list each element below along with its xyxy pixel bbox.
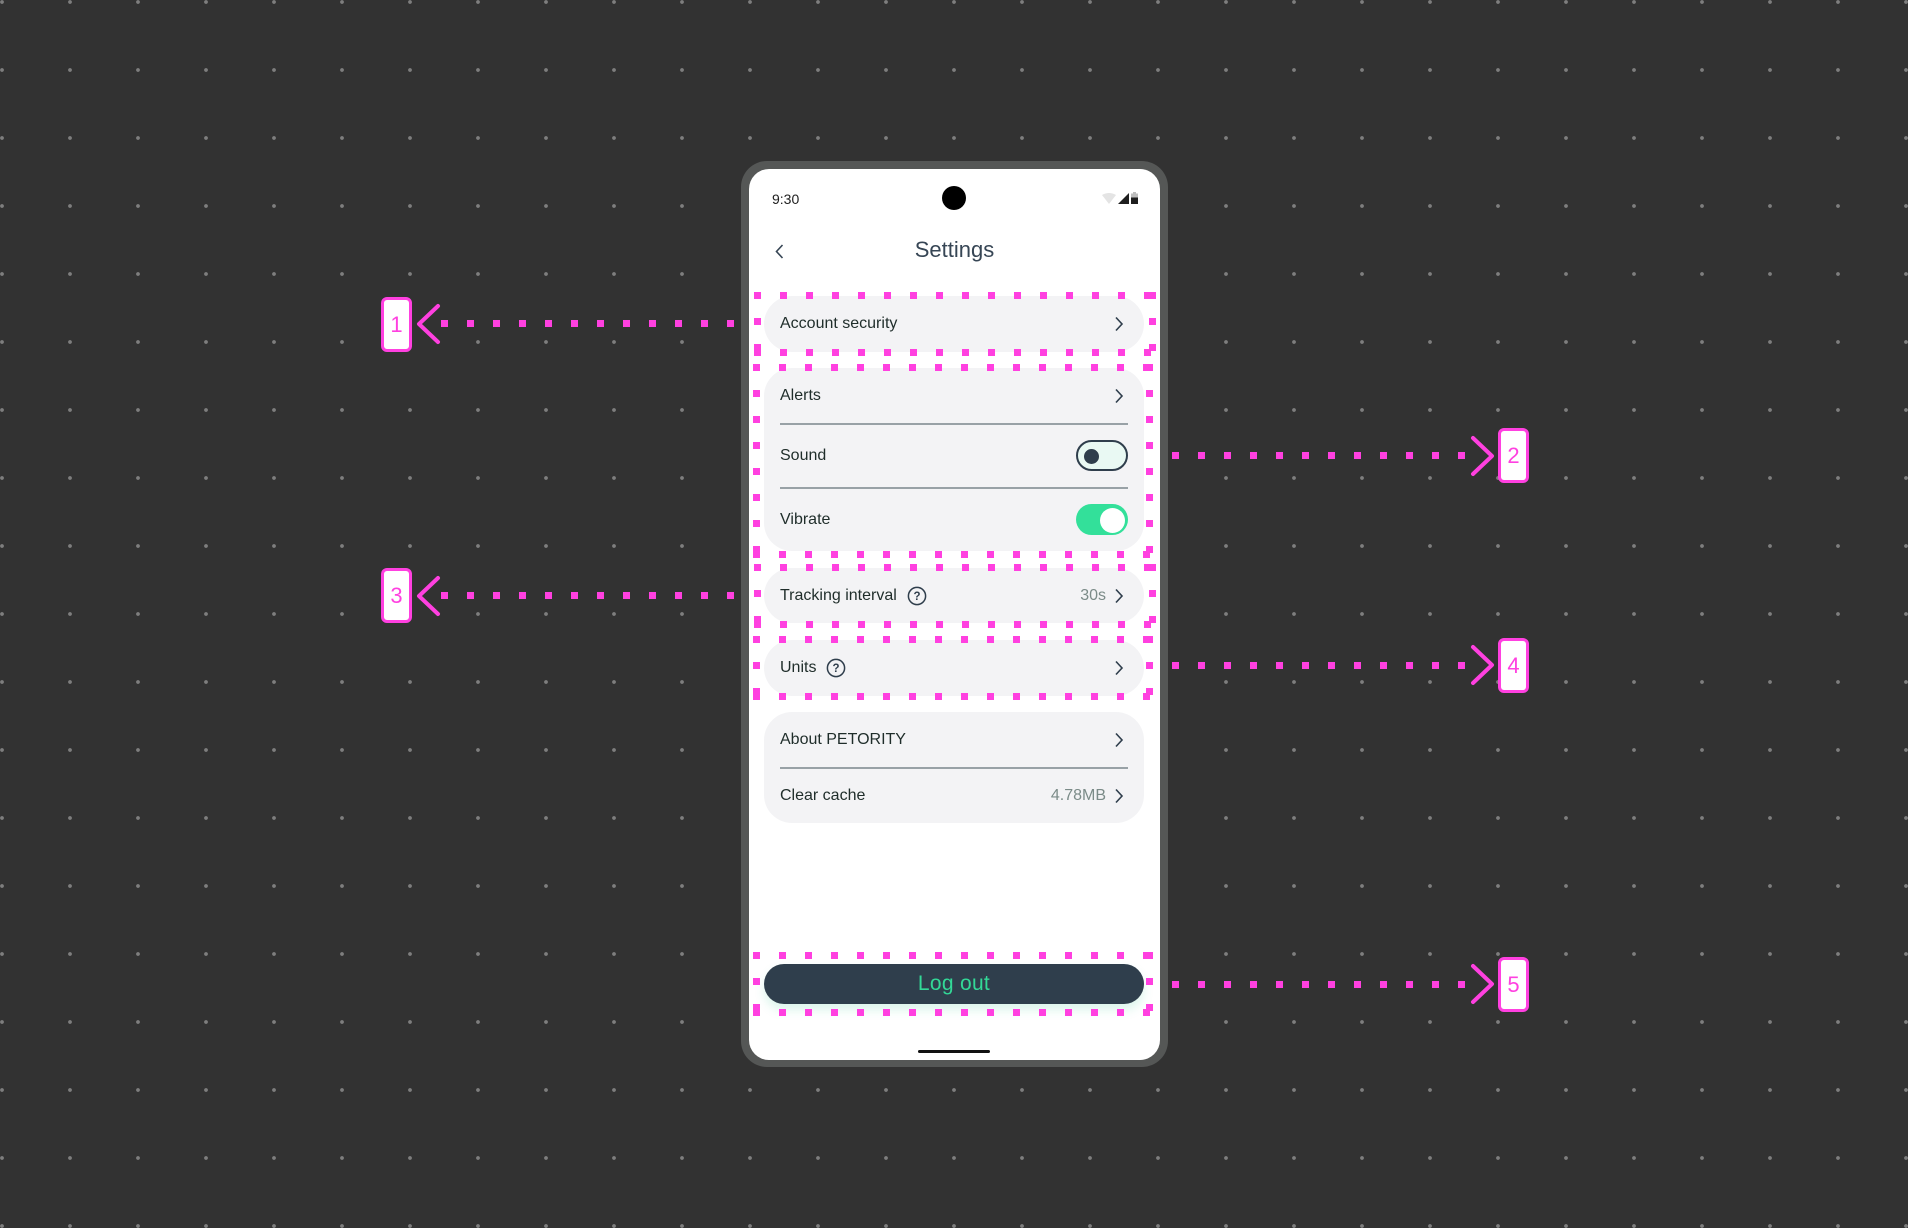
sound-label: Sound [780,446,827,464]
units-card: Units ? [764,640,1144,696]
account-security-label: Account security [780,315,898,332]
vibrate-toggle[interactable] [1076,504,1128,535]
units-label-group: Units ? [780,658,846,678]
home-indicator [918,1050,990,1053]
question-circle-icon[interactable]: ? [826,658,846,678]
alerts-label: Alerts [780,386,821,404]
chevron-right-icon [1115,660,1124,676]
tracking-interval-row[interactable]: Tracking interval ? 30s [764,568,1144,623]
alerts-row[interactable]: Alerts [764,368,1144,423]
status-icons [1102,192,1138,204]
account-security-row[interactable]: Account security [764,296,1144,352]
about-label: About PETORITY [780,730,906,748]
callout-line-1 [441,320,741,327]
chevron-right-icon [1115,588,1124,603]
chevron-right-icon [1115,732,1124,747]
callout-line-4 [1172,662,1467,669]
sound-row: Sound [764,424,1144,487]
clear-cache-label: Clear cache [780,786,866,804]
about-row[interactable]: About PETORITY [764,712,1144,767]
callout-line-2 [1172,452,1467,459]
arrow-left-icon [417,304,440,344]
battery-icon [1131,192,1138,204]
logout-button[interactable]: Log out [764,964,1144,1004]
page-title: Settings [914,237,995,262]
units-row[interactable]: Units ? [764,640,1144,696]
callout-label-2: 2 [1498,428,1529,483]
toggle-knob [1084,448,1099,464]
arrow-left-icon [417,576,440,616]
arrow-right-icon [1471,436,1494,476]
arrow-right-icon [1471,645,1494,685]
callout-label-1: 1 [381,297,412,352]
vibrate-label: Vibrate [780,510,831,528]
tracking-interval-value: 30s [1080,586,1106,604]
arrow-right-icon [1471,964,1494,1004]
callout-line-5 [1172,981,1467,988]
question-circle-icon[interactable]: ? [907,586,927,606]
phone-screen: 9:30 Settings Account security Alerts So… [749,169,1160,1060]
callout-label-4: 4 [1498,638,1529,693]
callout-line-3 [441,592,741,599]
status-time: 9:30 [772,191,800,207]
wifi-icon [1102,193,1116,204]
camera-cutout [942,186,966,210]
callout-label-5: 5 [1498,957,1529,1012]
units-label: Units [780,659,817,676]
callout-label-3: 3 [381,568,412,623]
account-security-card: Account security [764,296,1144,352]
chevron-right-icon [1115,388,1124,403]
svg-text:?: ? [833,663,840,675]
tracking-interval-label-group: Tracking interval ? [780,586,927,606]
signal-icon [1118,193,1129,204]
chevron-right-icon [1115,316,1124,332]
svg-text:?: ? [913,591,920,603]
toggle-knob [1100,507,1125,533]
vibrate-row: Vibrate [764,488,1144,551]
sound-toggle[interactable] [1076,440,1128,471]
notifications-card: Alerts Sound Vibrate [764,368,1144,551]
chevron-right-icon [1115,788,1124,803]
cache-size-value: 4.78MB [1050,786,1106,804]
clear-cache-row[interactable]: Clear cache 4.78MB [764,768,1144,823]
tracking-interval-card: Tracking interval ? 30s [764,568,1144,623]
tracking-interval-label: Tracking interval [780,586,897,604]
about-card: About PETORITY Clear cache 4.78MB [764,712,1144,823]
